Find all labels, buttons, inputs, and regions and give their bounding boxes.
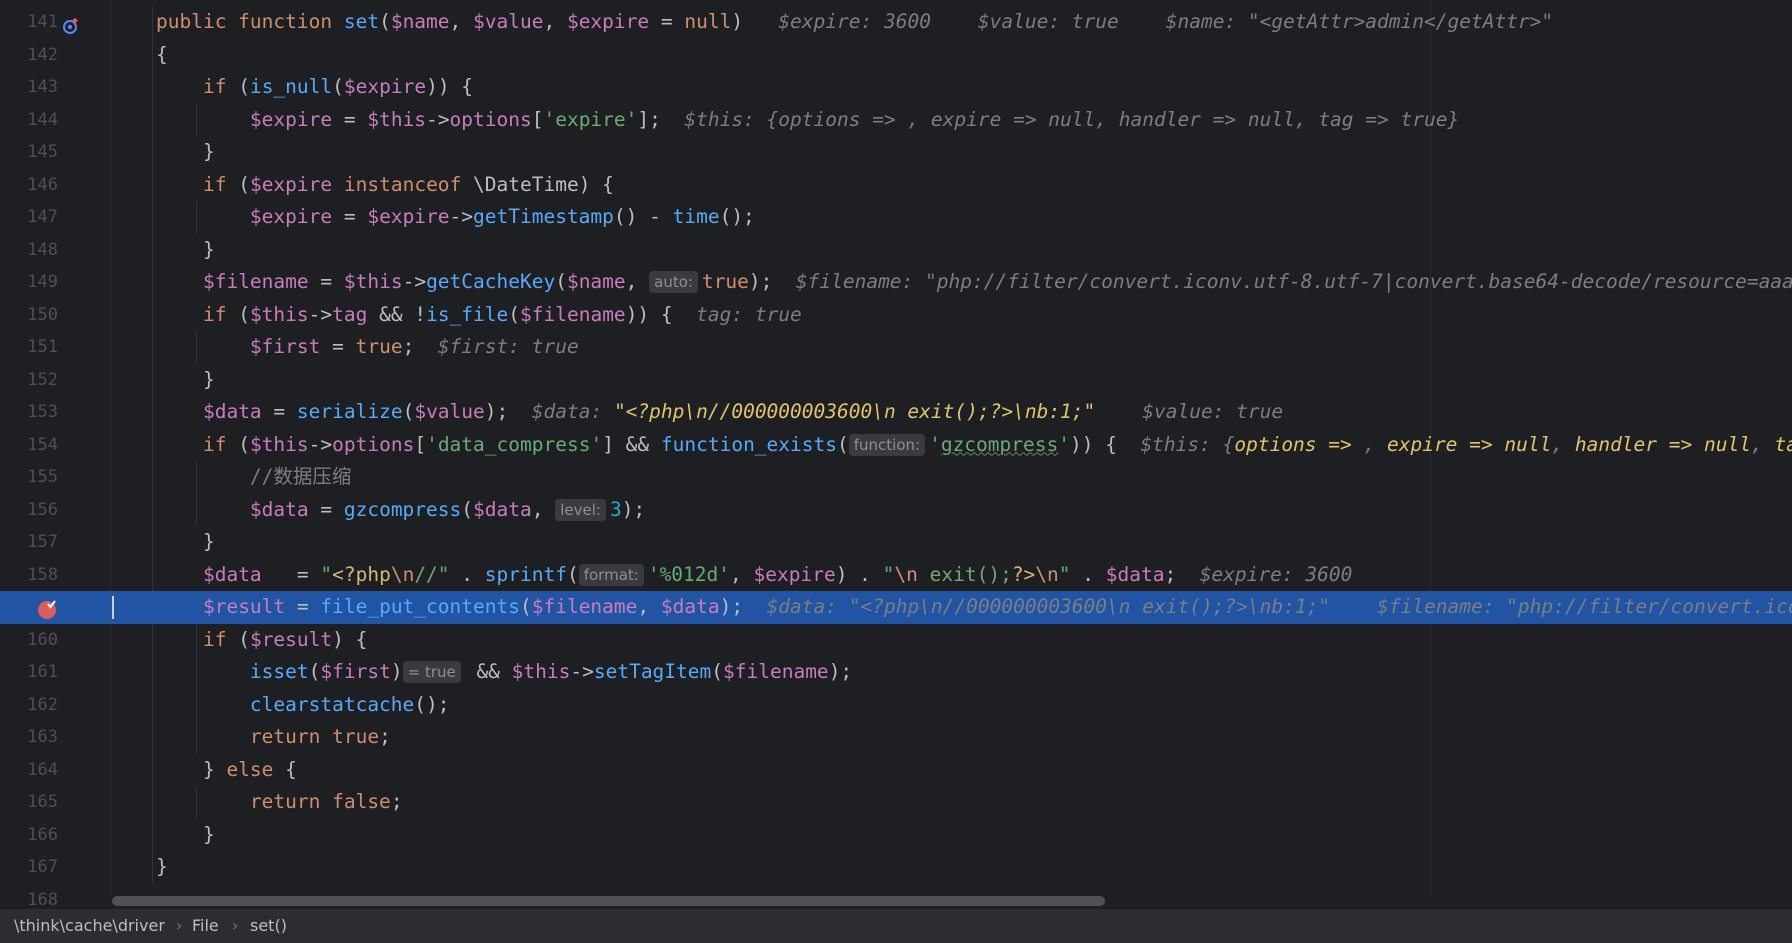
line-number: 146 bbox=[27, 174, 58, 195]
breadcrumb-class[interactable]: File bbox=[192, 909, 219, 943]
code-line[interactable]: 162 clearstatcache(); bbox=[0, 689, 1792, 722]
code-text[interactable]: if ($this->tag && !is_file($filename)) {… bbox=[156, 299, 802, 332]
code-text[interactable]: } bbox=[156, 526, 215, 559]
line-number: 164 bbox=[27, 759, 58, 780]
line-number: 162 bbox=[27, 694, 58, 715]
code-line[interactable]: 163 return true; bbox=[0, 721, 1792, 754]
code-line[interactable]: 153 $data = serialize($value); $data: "<… bbox=[0, 396, 1792, 429]
code-text[interactable]: } bbox=[156, 851, 168, 884]
navigation-bar: \think\cache\driver › File › set() bbox=[0, 908, 1792, 943]
line-number: 150 bbox=[27, 304, 58, 325]
code-text[interactable]: $data = serialize($value); $data: "<?php… bbox=[156, 396, 1283, 429]
code-text[interactable]: } bbox=[156, 364, 215, 397]
breakpoint-icon[interactable] bbox=[36, 598, 58, 620]
current-execution-line[interactable]: 159 $result = file_put_contents($filenam… bbox=[0, 591, 1792, 624]
code-line[interactable]: 150 if ($this->tag && !is_file($filename… bbox=[0, 299, 1792, 332]
code-text[interactable]: $result = file_put_contents($filename, $… bbox=[156, 591, 1792, 624]
code-text[interactable]: } bbox=[156, 136, 215, 169]
line-number: 143 bbox=[27, 77, 58, 97]
line-number: 165 bbox=[27, 792, 58, 812]
text-caret bbox=[112, 596, 114, 619]
code-line[interactable]: 146 if ($expire instanceof \DateTime) { bbox=[0, 169, 1792, 202]
line-number: 161 bbox=[27, 662, 58, 682]
line-number: 149 bbox=[27, 272, 58, 292]
breadcrumb-method[interactable]: set() bbox=[250, 909, 287, 943]
code-line[interactable]: 147 $expire = $expire->getTimestamp() - … bbox=[0, 201, 1792, 234]
code-editor[interactable]: 141 public function set($name, $value, $e… bbox=[0, 0, 1792, 908]
code-text[interactable]: return true; bbox=[156, 721, 391, 754]
line-number: 166 bbox=[27, 824, 58, 845]
override-up-icon[interactable] bbox=[62, 13, 80, 34]
code-line[interactable]: 151 $first = true; $first: true bbox=[0, 331, 1792, 364]
code-line[interactable]: 166 } bbox=[0, 819, 1792, 852]
code-text[interactable]: public function set($name, $value, $expi… bbox=[156, 6, 1553, 39]
code-line[interactable]: 157 } bbox=[0, 526, 1792, 559]
code-line[interactable]: 164 } else { bbox=[0, 754, 1792, 787]
code-text[interactable]: } else { bbox=[156, 754, 297, 787]
line-number: 141 bbox=[27, 12, 58, 32]
line-number: 148 bbox=[27, 239, 58, 260]
code-line[interactable]: 152 } bbox=[0, 364, 1792, 397]
line-number: 144 bbox=[27, 109, 58, 130]
code-line[interactable]: 156 $data = gzcompress($data, level: 3); bbox=[0, 494, 1792, 527]
code-line[interactable]: 158 $data = "<?php\n//" . sprintf(format… bbox=[0, 559, 1792, 592]
breadcrumb-namespace[interactable]: \think\cache\driver bbox=[14, 909, 165, 943]
chevron-right-icon: › bbox=[176, 916, 183, 935]
code-text[interactable]: //数据压缩 bbox=[156, 461, 351, 494]
code-line[interactable]: 165 return false; bbox=[0, 786, 1792, 819]
code-text[interactable]: } bbox=[156, 234, 215, 267]
code-text[interactable]: $expire = $expire->getTimestamp() - time… bbox=[156, 201, 755, 234]
line-number: 154 bbox=[27, 434, 58, 455]
code-line[interactable]: 154 if ($this->options['data_compress'] … bbox=[0, 429, 1792, 462]
line-number: 145 bbox=[27, 142, 58, 162]
horizontal-scrollbar-thumb[interactable] bbox=[112, 896, 1105, 906]
line-number: 147 bbox=[27, 207, 58, 227]
line-number: 142 bbox=[27, 44, 58, 65]
code-text[interactable]: $data = gzcompress($data, level: 3); bbox=[156, 494, 645, 527]
code-line[interactable]: 167} bbox=[0, 851, 1792, 884]
code-line[interactable]: 141 public function set($name, $value, $e… bbox=[0, 6, 1792, 39]
line-number: 163 bbox=[27, 727, 58, 747]
code-text[interactable]: $first = true; $first: true bbox=[156, 331, 579, 364]
line-number: 155 bbox=[27, 467, 58, 487]
code-text[interactable]: isset($first) = true && $this->setTagItem… bbox=[156, 656, 852, 689]
line-number: 156 bbox=[27, 499, 58, 520]
line-number: 157 bbox=[27, 532, 58, 552]
code-line[interactable]: 142 { bbox=[0, 39, 1792, 72]
code-line[interactable]: 148 } bbox=[0, 234, 1792, 267]
code-text[interactable]: $filename = $this->getCacheKey($name, au… bbox=[156, 266, 1792, 299]
code-line[interactable]: 155 //数据压缩 bbox=[0, 461, 1792, 494]
line-number: 160 bbox=[27, 629, 58, 650]
code-line[interactable]: 149 $filename = $this->getCacheKey($name… bbox=[0, 266, 1792, 299]
code-text[interactable]: clearstatcache(); bbox=[156, 689, 450, 722]
code-text[interactable]: $data = "<?php\n//" . sprintf(format: '%0… bbox=[156, 559, 1352, 592]
code-text[interactable]: if ($expire instanceof \DateTime) { bbox=[156, 169, 614, 202]
code-text[interactable]: { bbox=[156, 39, 168, 72]
line-number: 151 bbox=[27, 337, 58, 357]
line-number: 152 bbox=[27, 369, 58, 390]
code-line[interactable]: 161 isset($first) = true && $this->setTag… bbox=[0, 656, 1792, 689]
code-text[interactable]: if ($this->options['data_compress'] && f… bbox=[156, 429, 1792, 462]
code-line[interactable]: 160 if ($result) { bbox=[0, 624, 1792, 657]
code-text[interactable]: if (is_null($expire)) { bbox=[156, 71, 473, 104]
line-number: 168 bbox=[27, 889, 58, 909]
line-number: 167 bbox=[27, 857, 58, 877]
code-text[interactable]: if ($result) { bbox=[156, 624, 367, 657]
code-text[interactable]: } bbox=[156, 819, 215, 852]
line-number: 153 bbox=[27, 402, 58, 422]
chevron-right-icon: › bbox=[232, 916, 239, 935]
line-number: 158 bbox=[27, 564, 58, 585]
code-text[interactable]: $expire = $this->options['expire']; $thi… bbox=[156, 104, 1459, 137]
code-line[interactable]: 144 $expire = $this->options['expire']; … bbox=[0, 104, 1792, 137]
code-text[interactable]: return false; bbox=[156, 786, 403, 819]
code-line[interactable]: 143 if (is_null($expire)) { bbox=[0, 71, 1792, 104]
code-line[interactable]: 145 } bbox=[0, 136, 1792, 169]
